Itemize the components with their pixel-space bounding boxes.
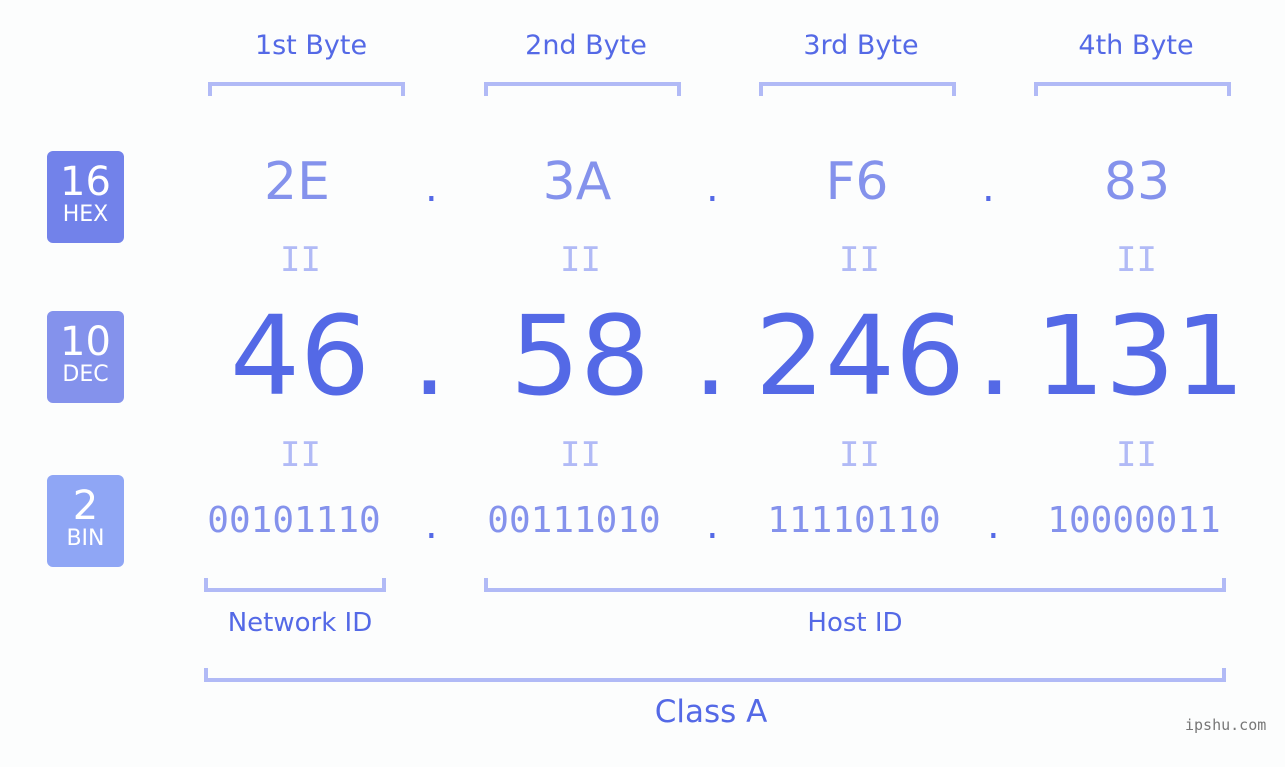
hex-value-3: F6: [825, 152, 889, 212]
hex-separator-2: .: [706, 165, 719, 211]
bin-value-4: 10000011: [1047, 500, 1221, 541]
hex-value-1: 2E: [264, 152, 330, 212]
equals-icon: II: [1116, 435, 1157, 475]
hex-value-4: 83: [1103, 152, 1171, 212]
byte-bracket-4: [1034, 82, 1231, 96]
dec-separator-3: .: [977, 292, 1012, 420]
equals-icon: II: [280, 435, 321, 475]
byte-label-1: 1st Byte: [254, 30, 368, 61]
bin-separator-3: .: [987, 502, 1000, 548]
byte-label-3: 3rd Byte: [803, 30, 919, 61]
class-bracket: [204, 668, 1226, 682]
dec-value-4: 131: [1035, 292, 1245, 420]
byte-label-2: 2nd Byte: [525, 30, 647, 61]
byte-label-4: 4th Byte: [1078, 30, 1194, 61]
bin-separator-2: .: [706, 502, 719, 548]
network-id-bracket: [204, 578, 386, 592]
dec-badge-number: 10: [60, 319, 111, 365]
dec-badge-label: DEC: [62, 362, 109, 387]
network-id-label: Network ID: [227, 608, 373, 638]
byte-bracket-2: [484, 82, 681, 96]
bin-value-1: 00101110: [207, 500, 381, 541]
dec-value-3: 246: [755, 292, 965, 420]
byte-bracket-3: [759, 82, 956, 96]
equals-icon: II: [560, 240, 601, 280]
hex-badge-number: 16: [60, 159, 111, 205]
dec-badge: 10 DEC: [47, 311, 124, 403]
equals-icon: II: [839, 240, 880, 280]
hex-badge-label: HEX: [62, 202, 109, 227]
equals-icon: II: [839, 435, 880, 475]
bin-badge-label: BIN: [66, 526, 105, 551]
dec-value-1: 46: [230, 292, 370, 420]
bin-value-3: 11110110: [767, 500, 941, 541]
bin-separator-1: .: [425, 502, 438, 548]
dec-separator-2: .: [693, 292, 728, 420]
bin-badge: 2 BIN: [47, 475, 124, 567]
bin-value-2: 00111010: [487, 500, 661, 541]
equals-icon: II: [280, 240, 321, 280]
dec-value-2: 58: [510, 292, 650, 420]
dec-separator-1: .: [412, 292, 447, 420]
hex-badge: 16 HEX: [47, 151, 124, 243]
watermark: ipshu.com: [1185, 716, 1267, 734]
equals-icon: II: [1116, 240, 1157, 280]
host-id-bracket: [484, 578, 1226, 592]
hex-value-2: 3A: [542, 152, 612, 212]
bin-badge-number: 2: [72, 483, 99, 529]
hex-separator-3: .: [982, 165, 995, 211]
hex-separator-1: .: [425, 165, 438, 211]
byte-bracket-1: [208, 82, 405, 96]
host-id-label: Host ID: [807, 608, 903, 638]
equals-icon: II: [560, 435, 601, 475]
class-label: Class A: [654, 694, 768, 730]
